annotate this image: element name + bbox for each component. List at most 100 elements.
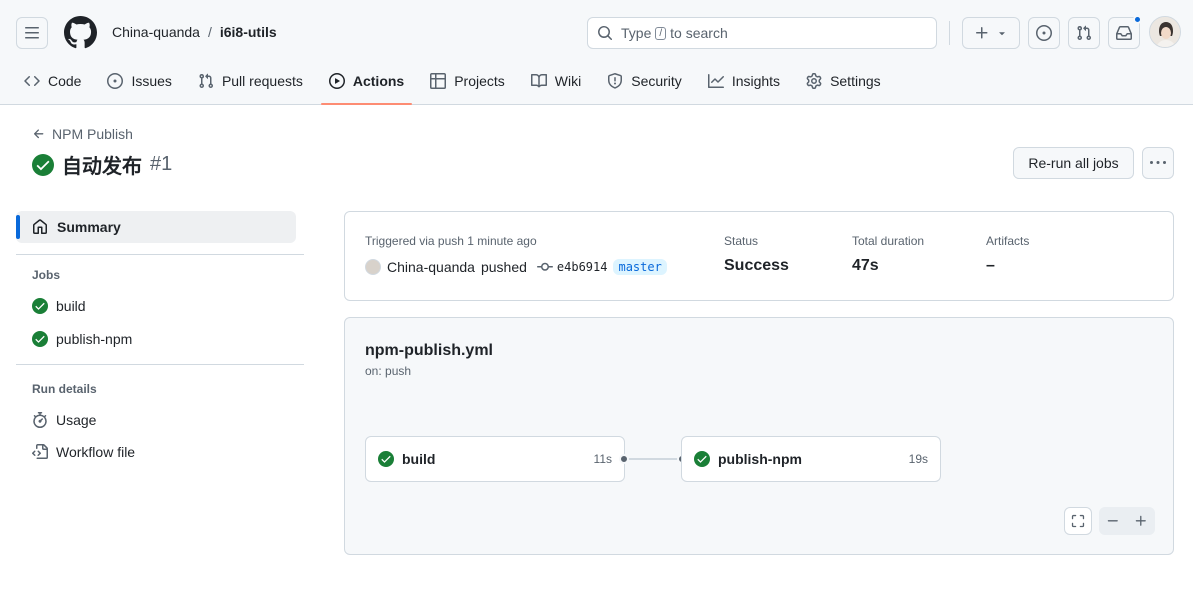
commit-sha: e4b6914	[556, 260, 608, 274]
sidebar-item-usage[interactable]: Usage	[32, 412, 96, 428]
pull-requests-button[interactable]	[1068, 17, 1100, 49]
sidebar-job-build[interactable]: build	[32, 298, 86, 314]
issue-opened-icon	[107, 73, 124, 89]
user-avatar[interactable]	[1149, 16, 1181, 48]
sidebar-workflow-file-label: Workflow file	[56, 444, 136, 460]
tab-wiki[interactable]: Wiki	[523, 64, 589, 98]
more-options-button[interactable]	[1142, 147, 1174, 179]
back-to-workflow-link[interactable]: NPM Publish	[32, 126, 133, 142]
zoom-out-icon[interactable]	[1106, 514, 1120, 528]
git-pull-request-icon	[1077, 25, 1092, 41]
repo-owner-link[interactable]: China-quanda	[112, 24, 200, 40]
search-prefix: Type	[621, 25, 652, 41]
notifications-button[interactable]	[1108, 15, 1142, 49]
zoom-in-icon[interactable]	[1134, 514, 1148, 528]
search-suffix: to search	[670, 25, 728, 41]
tab-pull-requests-label: Pull requests	[221, 73, 303, 89]
tab-security[interactable]: Security	[599, 64, 690, 98]
repo-nav: Code Issues Pull requests Actions Projec…	[16, 64, 899, 105]
stopwatch-icon	[33, 412, 47, 428]
gear-icon	[806, 73, 822, 89]
status-stat: Status Success	[724, 234, 789, 275]
connector-dot	[619, 454, 629, 464]
check-circle-fill-icon	[32, 298, 48, 314]
artifacts-value: –	[986, 257, 995, 274]
global-header: China-quanda / i6i8-utils Type / to sear…	[0, 0, 1193, 105]
duration-stat: Total duration 47s	[852, 234, 924, 275]
run-title: 自动发布	[62, 154, 142, 178]
shield-icon	[608, 73, 623, 89]
issue-opened-icon	[1036, 25, 1052, 41]
tab-code-label: Code	[48, 73, 82, 89]
create-new-button[interactable]	[962, 17, 1020, 49]
job-node-publish-npm[interactable]: publish-npm 19s	[681, 436, 941, 482]
book-icon	[530, 73, 547, 88]
sidebar-job-label: build	[56, 298, 86, 314]
branch-badge[interactable]: master	[613, 259, 667, 275]
job-duration: 19s	[908, 452, 928, 466]
duration-label: Total duration	[852, 234, 925, 248]
check-circle-fill-icon	[32, 153, 54, 176]
tab-issues[interactable]: Issues	[99, 64, 179, 98]
job-name: build	[402, 451, 436, 467]
sidebar-job-publish-npm[interactable]: publish-npm	[32, 331, 132, 347]
tab-projects[interactable]: Projects	[422, 64, 513, 98]
tab-issues-label: Issues	[131, 73, 172, 89]
sidebar-item-summary[interactable]: Summary	[16, 211, 296, 243]
fullscreen-button[interactable]	[1064, 507, 1092, 535]
sidebar-summary-label: Summary	[57, 219, 121, 235]
menu-button[interactable]	[16, 17, 48, 49]
plus-icon	[976, 27, 988, 39]
commit-link[interactable]: e4b6914	[536, 259, 608, 275]
triangle-down-icon	[999, 32, 1005, 36]
trigger-label: Triggered via push 1 minute ago	[365, 234, 537, 248]
run-summary-card: Triggered via push 1 minute ago China-qu…	[344, 211, 1174, 301]
git-pull-request-icon	[199, 73, 213, 89]
tab-actions[interactable]: Actions	[320, 64, 413, 105]
tab-actions-label: Actions	[352, 73, 405, 89]
check-circle-fill-icon	[694, 451, 710, 467]
status-value: Success	[724, 257, 789, 274]
check-circle-fill-icon	[32, 331, 48, 347]
inbox-icon	[1116, 26, 1132, 40]
trigger-action: pushed	[480, 259, 527, 275]
breadcrumb-separator: /	[207, 24, 212, 40]
tab-insights[interactable]: Insights	[700, 64, 788, 98]
issues-button[interactable]	[1028, 17, 1060, 49]
notification-indicator	[1133, 15, 1142, 24]
play-icon	[328, 73, 345, 89]
tab-settings[interactable]: Settings	[798, 64, 889, 98]
search-input[interactable]: Type / to search	[587, 17, 937, 49]
run-number: #1	[150, 153, 173, 175]
github-logo-icon[interactable]	[64, 16, 97, 49]
repo-name-link[interactable]: i6i8-utils	[220, 24, 277, 40]
tab-security-label: Security	[631, 73, 682, 89]
sidebar-divider	[16, 364, 304, 365]
file-code-icon	[32, 444, 48, 459]
sidebar-usage-label: Usage	[56, 412, 97, 428]
repo-breadcrumb: China-quanda / i6i8-utils	[112, 24, 277, 40]
git-commit-icon	[536, 262, 553, 271]
graph-icon	[707, 74, 724, 88]
actor-name[interactable]: China-quanda	[387, 259, 475, 275]
trigger-details: China-quanda pushed e4b6914 master	[365, 259, 667, 275]
workflow-file-name[interactable]: npm-publish.yml	[365, 342, 493, 360]
tab-code[interactable]: Code	[16, 64, 89, 98]
status-label: Status	[724, 234, 759, 248]
jobs-heading: Jobs	[32, 268, 61, 282]
hamburger-icon	[25, 27, 39, 39]
workflow-trigger: on: push	[365, 364, 412, 378]
job-node-build[interactable]: build 11s	[365, 436, 625, 482]
job-name: publish-npm	[718, 451, 802, 467]
tab-insights-label: Insights	[731, 73, 781, 89]
tab-pull-requests[interactable]: Pull requests	[190, 64, 311, 98]
sidebar-divider	[16, 254, 304, 255]
sidebar-item-workflow-file[interactable]: Workflow file	[32, 444, 135, 460]
tab-wiki-label: Wiki	[554, 73, 582, 89]
header-divider	[949, 21, 950, 45]
rerun-all-jobs-button[interactable]: Re-run all jobs	[1013, 147, 1134, 179]
table-icon	[430, 73, 447, 89]
sidebar-job-label: publish-npm	[56, 331, 133, 347]
arrow-left-icon	[33, 129, 44, 139]
artifacts-stat: Artifacts –	[986, 234, 1029, 275]
